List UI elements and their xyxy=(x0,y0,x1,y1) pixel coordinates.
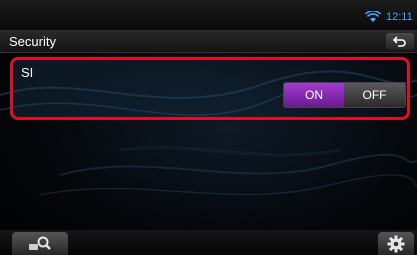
status-bar: 12:11 xyxy=(0,0,417,30)
search-icon xyxy=(29,236,51,250)
wifi-icon xyxy=(365,11,381,22)
gear-icon xyxy=(387,235,405,253)
title-bar: Security xyxy=(0,30,417,53)
back-arrow-icon xyxy=(393,36,406,47)
clock: 12:11 xyxy=(386,11,413,23)
settings-button[interactable] xyxy=(378,232,414,255)
screen: 12:11 Security SI ON OFF xyxy=(0,0,417,255)
back-button[interactable] xyxy=(386,33,414,50)
search-button[interactable] xyxy=(12,232,68,255)
bottom-bar xyxy=(0,230,417,255)
setting-row-si: SI ON OFF xyxy=(10,57,410,120)
on-off-toggle[interactable]: ON OFF xyxy=(283,82,406,108)
page-title: Security xyxy=(9,34,56,49)
on-button[interactable]: ON xyxy=(284,83,344,107)
setting-label: SI xyxy=(21,65,34,80)
off-button[interactable]: OFF xyxy=(344,83,405,107)
